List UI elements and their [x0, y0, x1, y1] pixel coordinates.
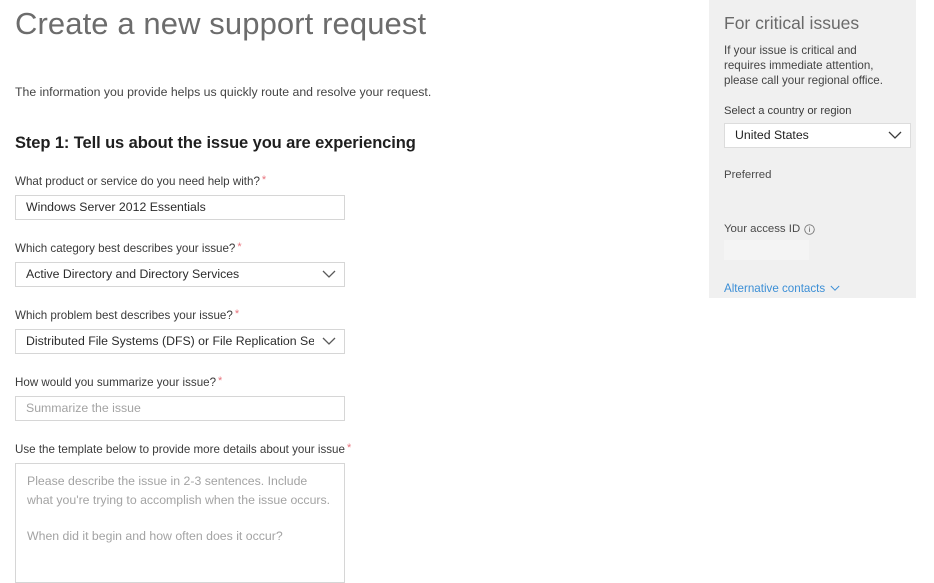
- field-problem: Which problem best describes your issue?…: [15, 309, 675, 354]
- field-label-product-text: What product or service do you need help…: [15, 175, 260, 188]
- preferred-label: Preferred: [724, 168, 901, 182]
- main-content: Create a new support request The informa…: [15, 0, 675, 583]
- support-request-page: Create a new support request The informa…: [0, 0, 934, 562]
- critical-issues-panel: For critical issues If your issue is cri…: [709, 0, 916, 298]
- field-label-details: Use the template below to provide more d…: [15, 443, 675, 457]
- field-category: Which category best describes your issue…: [15, 242, 675, 287]
- required-asterisk: *: [235, 308, 239, 320]
- problem-dropdown-value: Distributed File Systems (DFS) or File R…: [26, 330, 314, 353]
- field-label-details-text: Use the template below to provide more d…: [15, 443, 345, 456]
- field-label-summary: How would you summarize your issue?*: [15, 376, 675, 390]
- access-id-label: Your access ID: [724, 222, 800, 236]
- required-asterisk: *: [218, 375, 222, 387]
- category-dropdown[interactable]: Active Directory and Directory Services: [15, 262, 345, 287]
- step-1-heading: Step 1: Tell us about the issue you are …: [15, 134, 675, 153]
- problem-dropdown[interactable]: Distributed File Systems (DFS) or File R…: [15, 329, 345, 354]
- critical-issues-panel-inner: For critical issues If your issue is cri…: [709, 0, 916, 297]
- alternative-contacts-link[interactable]: Alternative contacts: [724, 282, 840, 296]
- field-label-category: Which category best describes your issue…: [15, 242, 675, 256]
- country-label: Select a country or region: [724, 104, 901, 118]
- access-id-row: Your access ID: [724, 222, 901, 236]
- critical-issues-title: For critical issues: [724, 12, 901, 34]
- info-circle-icon[interactable]: [804, 224, 815, 235]
- chevron-down-icon: [322, 263, 336, 286]
- country-dropdown-value: United States: [735, 128, 809, 142]
- chevron-down-icon: [322, 330, 336, 353]
- product-input[interactable]: Windows Server 2012 Essentials: [15, 195, 345, 220]
- intro-text: The information you provide helps us qui…: [15, 84, 675, 100]
- category-dropdown-value: Active Directory and Directory Services: [26, 263, 314, 286]
- required-asterisk: *: [237, 241, 241, 253]
- summary-input[interactable]: Summarize the issue: [15, 396, 345, 421]
- field-label-product: What product or service do you need help…: [15, 175, 675, 189]
- field-label-problem-text: Which problem best describes your issue?: [15, 309, 233, 322]
- required-asterisk: *: [347, 442, 351, 454]
- country-dropdown[interactable]: United States: [724, 123, 911, 148]
- chevron-down-icon: [830, 282, 840, 296]
- field-summary: How would you summarize your issue?* Sum…: [15, 376, 675, 421]
- field-label-summary-text: How would you summarize your issue?: [15, 376, 216, 389]
- field-label-problem: Which problem best describes your issue?…: [15, 309, 675, 323]
- details-placeholder-line-1: Please describe the issue in 2-3 sentenc…: [27, 472, 334, 510]
- alternative-contacts-label: Alternative contacts: [724, 282, 825, 296]
- field-product: What product or service do you need help…: [15, 175, 675, 220]
- page-title: Create a new support request: [15, 4, 675, 44]
- critical-issues-body: If your issue is critical and requires i…: [724, 43, 901, 88]
- details-textarea[interactable]: Please describe the issue in 2-3 sentenc…: [15, 463, 345, 583]
- field-label-category-text: Which category best describes your issue…: [15, 242, 235, 255]
- access-id-input[interactable]: [724, 240, 809, 260]
- details-placeholder-line-2: When did it begin and how often does it …: [27, 527, 334, 546]
- field-details: Use the template below to provide more d…: [15, 443, 675, 583]
- chevron-down-icon: [888, 124, 902, 147]
- required-asterisk: *: [262, 174, 266, 186]
